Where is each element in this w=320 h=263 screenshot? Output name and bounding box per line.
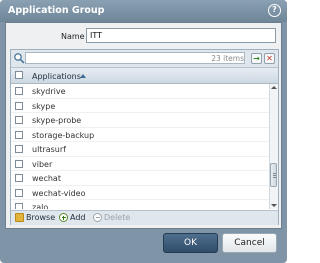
dialog-body: Name ITT 23 items → ✕ Applications skydr… [5,22,282,229]
browse-button[interactable]: Browse [15,213,55,224]
list-item[interactable]: viber [11,157,270,171]
row-checkbox[interactable] [15,203,23,209]
scrollbar-thumb[interactable] [270,163,277,187]
list-item[interactable]: wechat [11,171,270,186]
go-arrow-icon[interactable]: → [251,53,262,64]
list-item[interactable]: storage-backup [11,128,270,142]
plus-icon [59,213,68,222]
row-label: skype [32,101,56,111]
row-label: wechat-video [32,188,86,198]
row-label: zalo [32,203,49,209]
sort-ascending-icon[interactable] [80,74,86,78]
name-input[interactable]: ITT [86,28,276,43]
row-label: storage-backup [32,130,95,140]
grid-header: Applications [11,68,278,84]
dialog-title: Application Group [8,5,105,16]
row-checkbox[interactable] [15,101,23,110]
ok-button[interactable]: OK [163,233,218,253]
row-label: skydrive [32,87,66,96]
title-bar[interactable]: Application Group ? [0,0,287,22]
grip-line [272,175,276,176]
row-label: ultrasurf [32,145,66,154]
applications-grid: 23 items → ✕ Applications skydrive skype [10,49,279,225]
delete-label: Delete [104,213,131,222]
row-checkbox[interactable] [15,145,23,153]
row-label: viber [32,159,53,169]
list-item[interactable]: zalo [11,200,270,209]
row-checkbox[interactable] [15,87,23,95]
list-item[interactable]: skydrive [11,84,270,99]
minus-icon [93,213,102,222]
row-checkbox[interactable] [15,130,23,139]
grip-line [272,173,276,174]
row-checkbox[interactable] [15,188,23,197]
row-checkbox[interactable] [15,174,23,182]
help-icon[interactable]: ? [268,4,281,17]
applications-column-header[interactable]: Applications [32,72,81,81]
list-item[interactable]: skype [11,99,270,113]
application-group-dialog: Application Group ? Name ITT 23 items → … [0,0,287,263]
scroll-down-arrow-icon[interactable] [271,204,277,207]
name-label: Name [61,32,85,41]
list-item[interactable]: wechat-video [11,186,270,200]
row-checkbox[interactable] [15,116,23,124]
row-checkbox[interactable] [15,159,23,168]
list-item[interactable]: skype-probe [11,113,270,128]
delete-button[interactable]: Delete [93,213,130,224]
folder-icon [15,213,24,222]
grip-line [272,177,276,178]
row-label: wechat [32,174,61,183]
add-label: Add [70,213,86,222]
select-all-checkbox[interactable] [15,71,23,79]
row-label: skype-probe [32,116,82,125]
grid-search-bar: 23 items → ✕ [11,50,278,68]
add-button[interactable]: Add [59,213,86,224]
scroll-up-arrow-icon[interactable] [271,86,277,89]
list-item[interactable]: ultrasurf [11,142,270,157]
clear-x-icon[interactable]: ✕ [264,53,275,64]
grid-toolbar: Browse Add Delete [11,210,278,225]
browse-label: Browse [26,213,56,222]
items-count: 23 items [211,54,244,63]
vertical-scrollbar[interactable] [269,84,278,209]
applications-list: skydrive skype skype-probe storage-backu… [11,84,270,209]
cancel-button[interactable]: Cancel [222,233,277,253]
